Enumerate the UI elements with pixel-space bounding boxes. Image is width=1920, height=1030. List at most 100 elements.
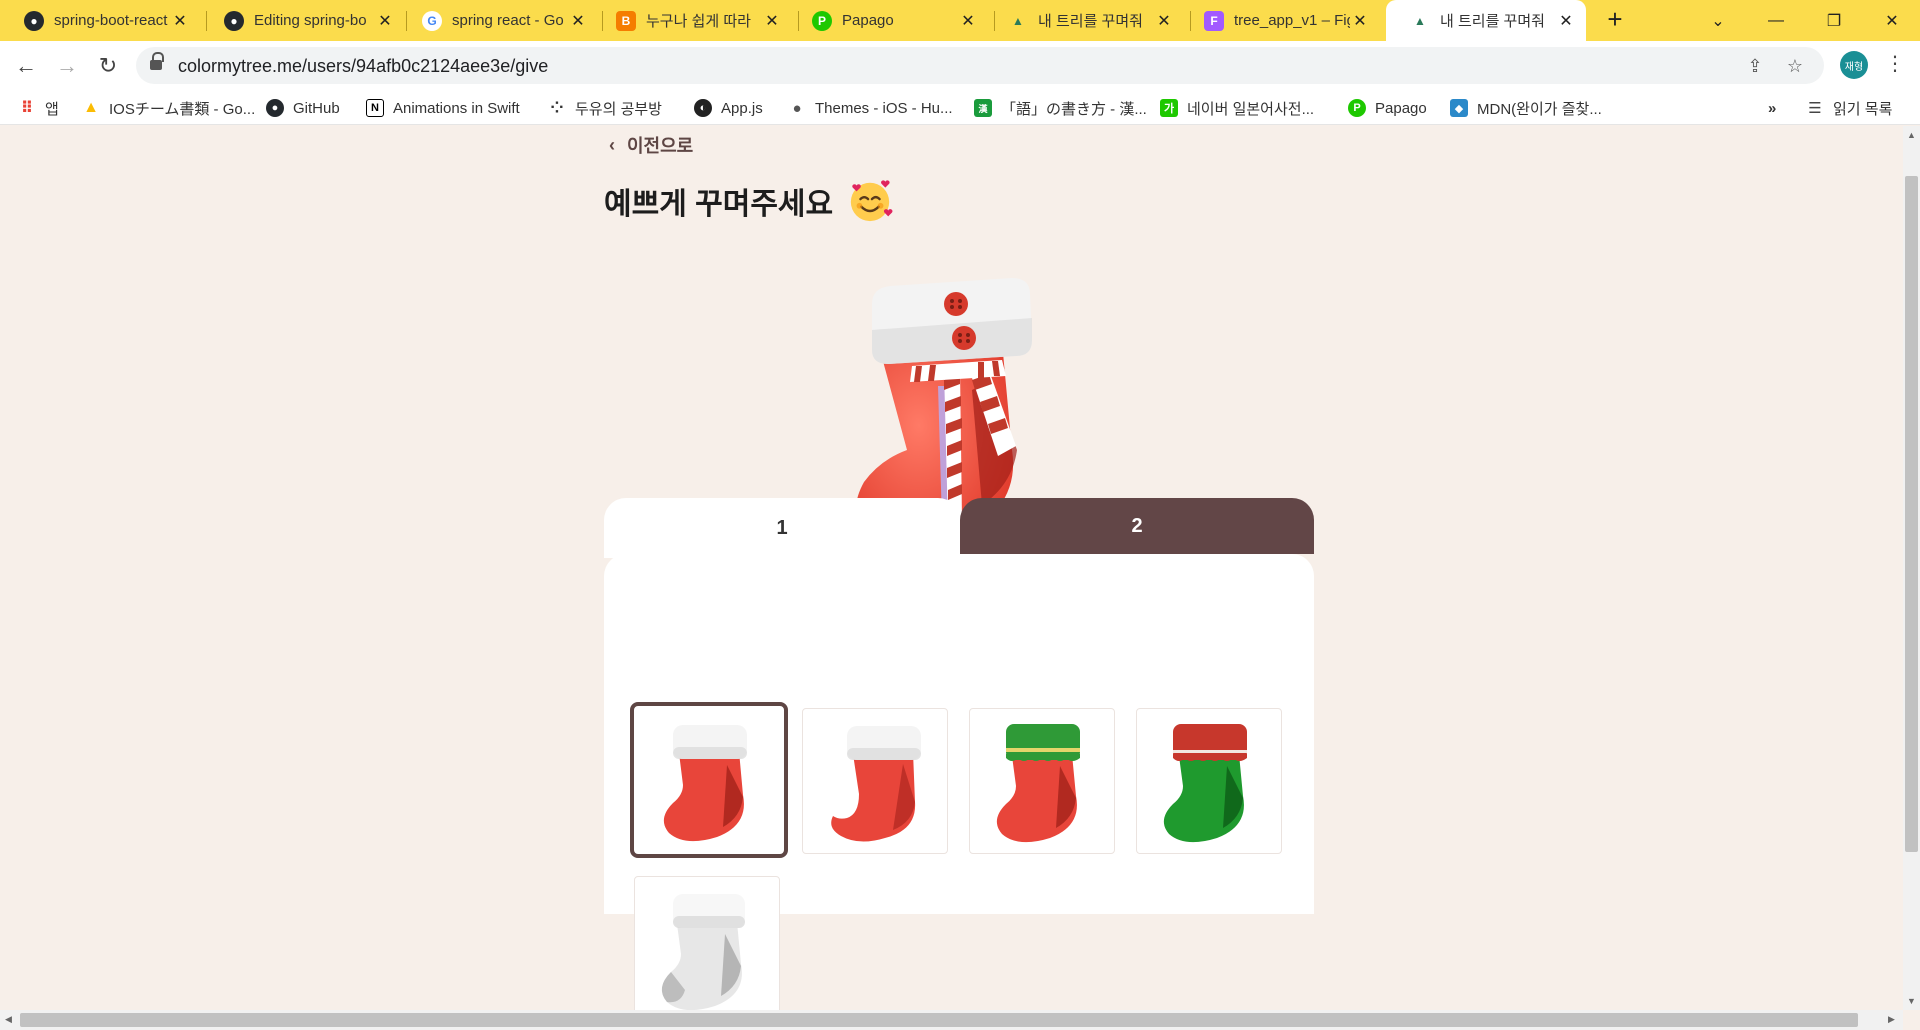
- reading-list-icon: ☰: [1808, 100, 1822, 117]
- bookmark-themes-ios[interactable]: ● Themes - iOS - Hu...: [788, 97, 953, 119]
- scroll-left-arrow-icon[interactable]: ◀: [5, 1014, 12, 1025]
- browser-toolbar: ← → ↻ colormytree.me/users/94afb0c2124ae…: [0, 41, 1920, 91]
- forward-arrow-icon[interactable]: →: [51, 50, 83, 82]
- globe-icon: ◐: [694, 99, 712, 117]
- back-arrow-icon[interactable]: ←: [10, 50, 42, 82]
- browser-tab[interactable]: P Papago ✕: [788, 0, 988, 41]
- browser-tab[interactable]: G spring react - Go ✕: [398, 0, 598, 41]
- bookmark-appjs[interactable]: ◐ App.js: [694, 97, 763, 119]
- new-tab-button[interactable]: +: [1600, 5, 1630, 35]
- bookmark-apps[interactable]: ⠿ 앱: [18, 97, 59, 119]
- tab-title: spring-boot-react: [54, 12, 168, 29]
- bookmark-study-room[interactable]: ⁘ 두유의 공부방: [548, 97, 662, 119]
- apps-grid-icon: ⠿: [20, 100, 34, 117]
- tab-search-icon[interactable]: ⌄: [1690, 0, 1746, 41]
- bookmark-label: Animations in Swift: [393, 99, 520, 117]
- vertical-scroll-thumb[interactable]: [1905, 176, 1918, 852]
- tab-title: tree_app_v1 – Fig: [1234, 12, 1350, 29]
- address-bar[interactable]: colormytree.me/users/94afb0c2124aee3e/gi…: [136, 47, 1824, 84]
- bookmarks-overflow-button[interactable]: »: [1768, 97, 1776, 119]
- stocking-option-red-white-cuff[interactable]: [630, 702, 788, 858]
- reading-list-button[interactable]: ☰ 읽기 목록: [1806, 97, 1892, 119]
- close-tab-icon[interactable]: ✕: [1350, 11, 1370, 31]
- green-stocking-red-cuff-icon: [1163, 724, 1247, 843]
- browser-tab[interactable]: ▲ 내 트리를 꾸며줘 ✕: [984, 0, 1184, 41]
- bookmark-label: Themes - iOS - Hu...: [815, 99, 953, 117]
- close-tab-icon[interactable]: ✕: [762, 11, 782, 31]
- browser-tab[interactable]: ● Editing spring-bo ✕: [200, 0, 405, 41]
- close-tab-icon[interactable]: ✕: [375, 11, 395, 31]
- browser-tab[interactable]: F tree_app_v1 – Fig ✕: [1180, 0, 1380, 41]
- scroll-right-arrow-icon[interactable]: ▶: [1888, 1014, 1895, 1025]
- overflow-chevron-icon: »: [1768, 99, 1777, 117]
- page-title: 예쁘게 꾸며주세요: [604, 178, 893, 224]
- google-drive-icon: ▲: [83, 99, 99, 116]
- red-stocking-green-cuff-icon: [996, 724, 1080, 843]
- maximize-button[interactable]: ❐: [1806, 0, 1862, 41]
- browser-tab-active[interactable]: ▲ 내 트리를 꾸며줘 ✕: [1386, 0, 1586, 41]
- notion-icon: N: [366, 99, 384, 117]
- white-stocking-icon: [661, 894, 745, 1011]
- mdn-icon: ◆: [1450, 99, 1468, 117]
- chevron-left-icon: ‹: [609, 134, 615, 155]
- bookmark-label: App.js: [721, 99, 763, 117]
- reading-list-label: 읽기 목록: [1833, 100, 1893, 118]
- bookmark-ios-team-docs[interactable]: ▲ IOSチーム書類 - Go...: [82, 97, 255, 119]
- close-tab-icon[interactable]: ✕: [1154, 11, 1174, 31]
- papago-icon: P: [812, 10, 832, 31]
- stocking-tab-1[interactable]: 1: [604, 498, 960, 558]
- close-tab-icon[interactable]: ✕: [958, 11, 978, 31]
- stocking-option-red-curled-toe[interactable]: [802, 708, 948, 854]
- kanji-icon: 漢: [974, 99, 992, 117]
- bookmark-star-icon[interactable]: ☆: [1782, 53, 1808, 79]
- close-tab-icon[interactable]: ✕: [170, 11, 190, 31]
- minimize-button[interactable]: —: [1748, 0, 1804, 41]
- lock-icon[interactable]: [150, 52, 164, 72]
- github-icon: ●: [224, 10, 244, 31]
- stocking-option-white-grey[interactable]: [634, 876, 780, 1022]
- bookmark-label: Papago: [1375, 99, 1427, 117]
- blogger-icon: B: [616, 10, 636, 31]
- figma-icon: F: [1204, 10, 1224, 31]
- bookmarks-bar: ⠿ 앱 ▲ IOSチーム書類 - Go... ● GitHub N Animat…: [0, 91, 1920, 125]
- bookmark-label: 두유의 공부방: [575, 100, 662, 118]
- profile-avatar[interactable]: 재형: [1840, 51, 1868, 79]
- reload-icon[interactable]: ↻: [92, 50, 124, 82]
- close-window-button[interactable]: ✕: [1864, 0, 1920, 41]
- back-link[interactable]: ‹ 이전으로: [609, 132, 693, 158]
- smiling-face-with-hearts-icon: [850, 180, 893, 222]
- back-label: 이전으로: [627, 136, 694, 156]
- papago-icon: P: [1348, 99, 1366, 117]
- tree-icon: ▲: [1012, 13, 1024, 28]
- share-icon[interactable]: ⇪: [1742, 53, 1768, 79]
- browser-tab[interactable]: ● spring-boot-react ✕: [0, 0, 200, 41]
- close-tab-icon[interactable]: ✕: [568, 11, 588, 31]
- stocking-option-green-red-cuff[interactable]: [1136, 708, 1282, 854]
- close-tab-icon[interactable]: ✕: [1556, 11, 1576, 31]
- bookmark-naver-dict[interactable]: 가 네이버 일본어사전...: [1160, 97, 1314, 119]
- tab-title: 내 트리를 꾸며줘: [1038, 13, 1143, 30]
- curled-red-stocking-icon: [831, 726, 921, 842]
- bookmark-label: GitHub: [293, 99, 340, 117]
- stocking-tab-2[interactable]: 2: [960, 498, 1314, 554]
- tab-title: Papago: [842, 12, 894, 29]
- github-icon: ●: [24, 10, 44, 31]
- bookmark-papago[interactable]: P Papago: [1348, 97, 1427, 119]
- tab-title: spring react - Go: [452, 12, 564, 29]
- scroll-up-arrow-icon[interactable]: ▲: [1907, 130, 1916, 140]
- browser-tab[interactable]: B 누구나 쉽게 따라 ✕: [592, 0, 792, 41]
- stocking-option-red-green-cuff[interactable]: [969, 708, 1115, 854]
- red-stocking-icon: [663, 725, 747, 842]
- dots-icon: ⁘: [550, 100, 564, 117]
- apple-icon: ●: [792, 99, 802, 117]
- url-text[interactable]: colormytree.me/users/94afb0c2124aee3e/gi…: [178, 56, 548, 77]
- scroll-down-arrow-icon[interactable]: ▼: [1907, 996, 1916, 1006]
- horizontal-scroll-thumb[interactable]: [20, 1013, 1858, 1027]
- bookmark-kanji[interactable]: 漢 「語」の書き方 - 漢...: [974, 97, 1147, 119]
- bookmark-animations-swift[interactable]: N Animations in Swift: [366, 97, 520, 119]
- bookmark-mdn[interactable]: ◆ MDN(완이가 즐찾...: [1450, 97, 1602, 119]
- bookmark-github[interactable]: ● GitHub: [266, 97, 340, 119]
- bookmark-label: 「語」の書き方 - 漢...: [1001, 100, 1147, 118]
- github-icon: ●: [266, 99, 284, 117]
- more-menu-icon[interactable]: ⋮: [1884, 51, 1906, 79]
